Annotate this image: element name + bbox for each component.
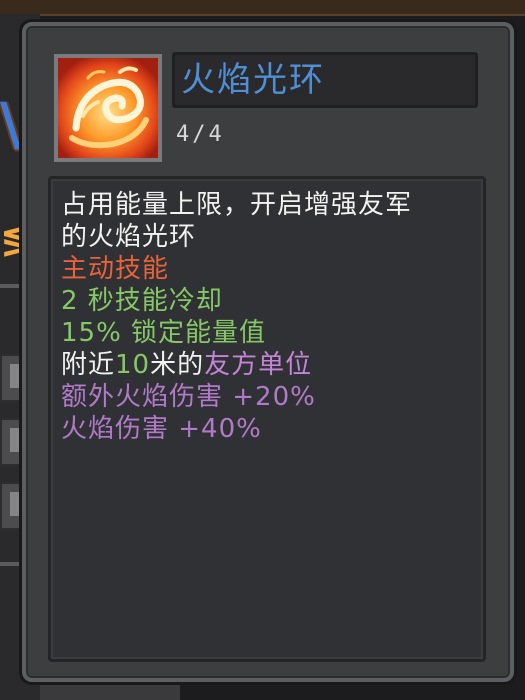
top-frame-strip	[0, 0, 525, 16]
description-line-1: 占用能量上限，开启增强友军	[61, 190, 413, 220]
skill-name-box: 火焰光环	[172, 52, 478, 108]
energy-lock-stat: 15% 锁定能量值	[61, 318, 267, 348]
skill-level: 4/4	[176, 122, 225, 147]
range-value: 10	[115, 350, 151, 380]
game-screen: \X ≶	[0, 0, 525, 700]
fire-ring-icon	[58, 58, 158, 158]
range-prefix: 附近	[61, 350, 116, 380]
fire-damage-stat: 火焰伤害 +40%	[61, 414, 262, 444]
background-emblem-icon: ≶	[0, 216, 20, 262]
skill-tooltip: 火焰光环 4/4 占用能量上限，开启增强友军 的火焰光环 主动技能 2 秒技能冷…	[22, 22, 514, 682]
skill-description-box: 占用能量上限，开启增强友军 的火焰光环 主动技能 2 秒技能冷却 15% 锁定能…	[48, 176, 486, 662]
skill-icon-frame	[54, 54, 162, 162]
bonus-fire-damage-stat: 额外火焰伤害 +20%	[61, 382, 316, 412]
range-target: 友方单位	[204, 350, 313, 380]
range-stat: 附近10米的友方单位	[61, 349, 475, 381]
range-mid: 米的	[150, 350, 205, 380]
cooldown-stat: 2 秒技能冷却	[61, 286, 223, 316]
description-line-2: 的火焰光环	[61, 222, 197, 252]
skill-type: 主动技能	[61, 254, 170, 284]
skill-name: 火焰光环	[181, 60, 325, 100]
